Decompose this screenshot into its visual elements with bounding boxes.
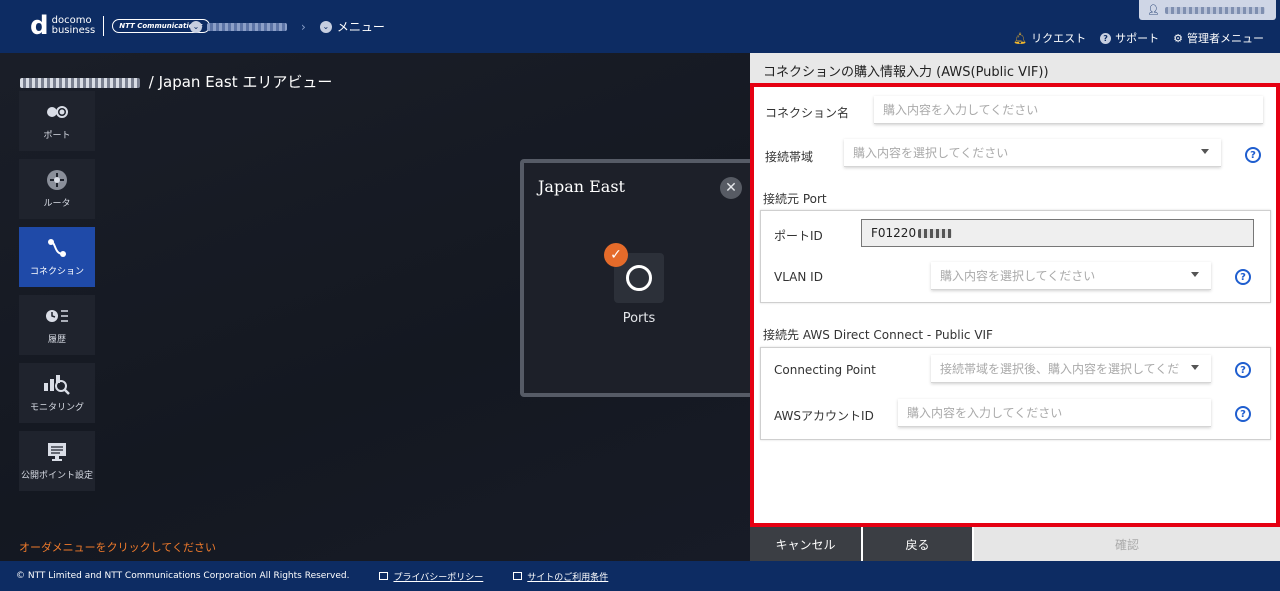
region-title: Japan East	[538, 177, 625, 196]
copyright-text: © NTT Limited and NTT Communications Cor…	[16, 571, 350, 581]
port-id-value: F01220	[871, 226, 917, 240]
bandwidth-placeholder: 購入内容を選択してください	[853, 146, 1009, 160]
logo-bottom-text: business	[51, 25, 96, 36]
purchase-form: コネクション名 接続帯域 購入内容を選択してください ? 接続元 Port ポー…	[750, 83, 1280, 527]
aws-account-id-label: AWSアカウントID	[774, 409, 874, 423]
sidebar-item-public-point[interactable]: 公開ポイント設定	[19, 431, 95, 491]
vlan-id-placeholder: 購入内容を選択してください	[940, 269, 1096, 283]
privacy-policy-label: プライバシーポリシー	[393, 572, 484, 583]
destination-section-title: 接続先 AWS Direct Connect - Public VIF	[763, 328, 993, 342]
sidebar-item-monitoring[interactable]: モニタリング	[19, 363, 95, 423]
admin-menu-link[interactable]: ⚙ 管理者メニュー	[1173, 30, 1264, 46]
breadcrumb: ⌄ › ⌄ メニュー	[190, 18, 385, 35]
request-link-label: リクエスト	[1031, 32, 1087, 45]
sidebar-item-label: 履歴	[47, 334, 66, 345]
breadcrumb-tenant[interactable]	[207, 22, 287, 31]
sidebar-item-label: コネクション	[29, 266, 84, 277]
history-icon	[45, 306, 69, 326]
source-port-section-title: 接続元 Port	[763, 192, 827, 206]
logo-wordmark: docomo business	[52, 16, 96, 36]
sidebar-item-router[interactable]: ルータ	[19, 159, 95, 219]
help-icon: ?	[1100, 32, 1112, 44]
support-link-label: サポート	[1115, 32, 1160, 45]
bandwidth-select[interactable]: 購入内容を選択してください	[844, 139, 1221, 167]
gear-icon: ⚙	[1173, 31, 1183, 45]
header-links: 🔔︎ リクエスト ? サポート ⚙ 管理者メニュー	[999, 30, 1264, 46]
docomo-business-logo[interactable]: d docomo business NTT Communications	[30, 11, 210, 41]
purchase-panel: コネクションの購入情報入力 (AWS(Public VIF)) コネクション名 …	[750, 53, 1280, 561]
external-link-icon	[379, 572, 389, 580]
port-ring-icon	[626, 265, 652, 291]
confirm-button[interactable]: 確認	[974, 527, 1280, 561]
caret-down-icon	[1201, 149, 1209, 154]
user-icon: 👤︎	[1147, 4, 1160, 16]
connecting-point-label: Connecting Point	[774, 363, 876, 377]
terms-link[interactable]: サイトのご利用条件	[513, 570, 608, 583]
public-point-icon	[46, 442, 68, 462]
chevron-right-icon: ›	[301, 19, 306, 34]
breadcrumb-menu[interactable]: メニュー	[337, 18, 385, 35]
help-icon[interactable]: ?	[1235, 362, 1251, 378]
panel-actions: キャンセル 戻る 確認	[750, 527, 1280, 561]
connecting-point-placeholder: 接続帯域を選択後、購入内容を選択してくだ	[940, 362, 1180, 376]
chevron-down-icon[interactable]: ⌄	[319, 20, 332, 33]
connection-name-label: コネクション名	[765, 106, 850, 120]
aws-account-id-input[interactable]	[907, 405, 1202, 420]
admin-menu-link-label: 管理者メニュー	[1187, 32, 1264, 45]
caret-down-icon	[1191, 365, 1199, 370]
sidebar: ポート ルータ コネクション 履歴 モニタリング 公開ポイント設定	[19, 91, 95, 499]
page-title-tenant	[20, 77, 140, 88]
bell-icon: 🔔︎	[1013, 31, 1028, 45]
port-id-redacted	[918, 228, 953, 238]
vlan-id-select[interactable]: 購入内容を選択してください	[931, 262, 1211, 290]
support-link[interactable]: ? サポート	[1100, 30, 1159, 46]
close-icon[interactable]: ✕	[720, 177, 742, 199]
port-icon	[46, 102, 68, 122]
region-card-japan-east: Japan East ✕ ✓ Ports	[520, 159, 760, 397]
user-name	[1164, 6, 1265, 14]
docomo-d-mark: d	[30, 11, 49, 41]
chevron-down-icon[interactable]: ⌄	[190, 20, 202, 33]
help-icon[interactable]: ?	[1235, 269, 1251, 285]
connecting-point-select[interactable]: 接続帯域を選択後、購入内容を選択してくだ	[931, 355, 1211, 383]
sidebar-item-history[interactable]: 履歴	[19, 295, 95, 355]
port-id-field: F01220	[861, 219, 1254, 247]
port-id-label: ポートID	[774, 229, 823, 243]
connection-icon	[46, 238, 68, 258]
caret-down-icon	[1191, 272, 1199, 277]
sidebar-item-connection[interactable]: コネクション	[19, 227, 95, 287]
panel-title: コネクションの購入情報入力 (AWS(Public VIF))	[750, 53, 1280, 83]
page-title: / Japan East エリアビュー	[20, 71, 332, 92]
monitoring-icon	[43, 374, 71, 395]
sidebar-item-label: 公開ポイント設定	[20, 470, 93, 481]
aws-account-id-field[interactable]	[898, 399, 1211, 427]
check-icon: ✓	[604, 243, 628, 267]
area-view: / Japan East エリアビュー ポート ルータ コネクション 履歴 モニ…	[0, 53, 760, 561]
sidebar-item-label: モニタリング	[29, 402, 84, 413]
back-button[interactable]: 戻る	[863, 527, 972, 561]
terms-label: サイトのご利用条件	[527, 572, 609, 583]
privacy-policy-link[interactable]: プライバシーポリシー	[379, 570, 483, 583]
app-footer: © NTT Limited and NTT Communications Cor…	[0, 561, 1280, 591]
logo-divider	[103, 16, 105, 36]
app-header: d docomo business NTT Communications ⌄ ›…	[0, 0, 1280, 53]
page-title-text: / Japan East エリアビュー	[148, 73, 333, 91]
connection-name-field[interactable]	[874, 96, 1263, 124]
ports-label: Ports	[622, 311, 656, 326]
connection-name-input[interactable]	[883, 102, 1254, 117]
help-icon[interactable]: ?	[1245, 147, 1261, 163]
cancel-button[interactable]: キャンセル	[750, 527, 861, 561]
user-menu[interactable]: 👤︎	[1139, 0, 1276, 20]
sidebar-item-label: ポート	[43, 130, 71, 141]
request-link[interactable]: 🔔︎ リクエスト	[1013, 30, 1086, 46]
bandwidth-label: 接続帯域	[765, 150, 814, 164]
router-icon	[46, 169, 68, 190]
sidebar-item-port[interactable]: ポート	[19, 91, 95, 151]
help-icon[interactable]: ?	[1235, 406, 1251, 422]
external-link-icon	[513, 572, 523, 580]
vlan-id-label: VLAN ID	[774, 270, 823, 284]
sidebar-item-label: ルータ	[43, 198, 71, 209]
order-hint: オーダメニューをクリックしてください	[19, 541, 217, 554]
